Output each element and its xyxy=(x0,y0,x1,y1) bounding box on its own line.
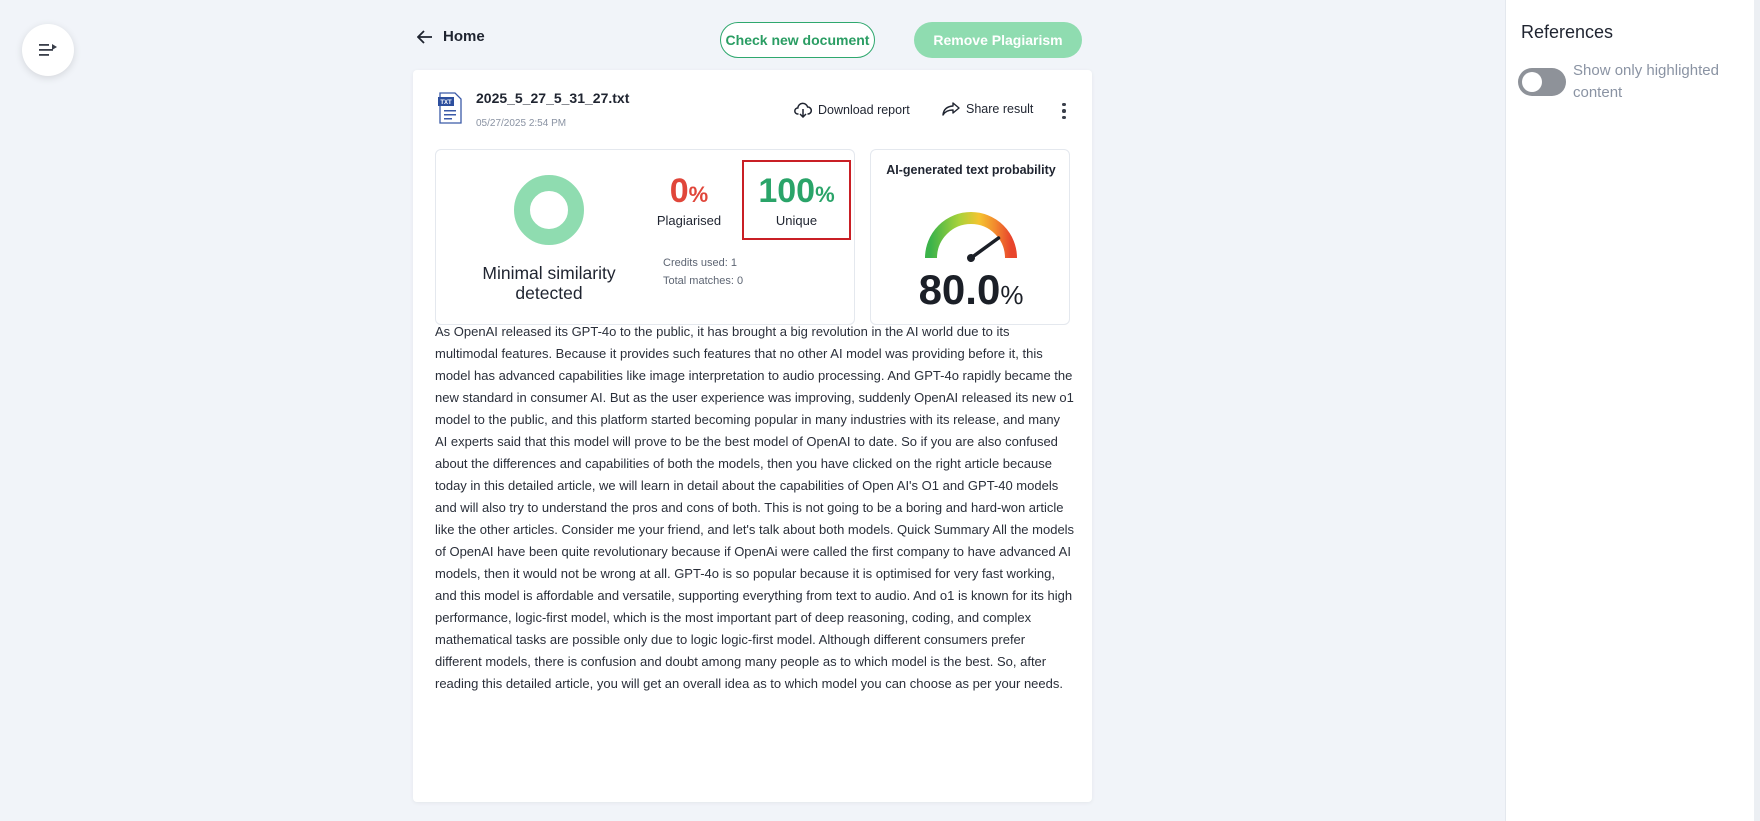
home-link[interactable]: Home xyxy=(417,28,485,45)
ai-probability-panel: AI-generated text probability 80.0% xyxy=(870,149,1070,325)
share-result-button[interactable]: Share result xyxy=(942,102,1033,116)
top-bar: Home Check new document Remove Plagiaris… xyxy=(413,20,1092,60)
ai-probability-title: AI-generated text probability xyxy=(886,163,1056,177)
ai-probability-percent-sign: % xyxy=(1000,280,1024,310)
check-new-document-button[interactable]: Check new document xyxy=(720,22,875,58)
references-panel: References Show only highlighted content xyxy=(1505,0,1760,821)
toggle-knob xyxy=(1522,72,1542,92)
remove-plagiarism-button[interactable]: Remove Plagiarism xyxy=(914,22,1082,58)
similarity-stats-panel: Minimal similarity detected 0% Plagiaris… xyxy=(435,149,855,325)
report-card: TXT 2025_5_27_5_31_27.txt 05/27/2025 2:5… xyxy=(413,70,1092,802)
credits-info: Credits used: 1 Total matches: 0 xyxy=(663,254,743,290)
share-result-label: Share result xyxy=(966,102,1034,116)
unique-value: 100 xyxy=(758,172,816,210)
home-label: Home xyxy=(443,28,485,45)
credits-used: Credits used: 1 xyxy=(663,257,737,269)
document-text: As OpenAI released its GPT-4o to the pub… xyxy=(435,324,1075,691)
download-report-button[interactable]: Download report xyxy=(794,102,910,118)
unique-stat: 100% Unique xyxy=(742,160,851,240)
total-matches: Total matches: 0 xyxy=(663,275,744,287)
ai-probability-value: 80.0% xyxy=(871,266,1071,314)
plagiarised-percent-sign: % xyxy=(688,182,709,207)
file-badge-text: TXT xyxy=(440,100,452,106)
highlight-only-toggle[interactable] xyxy=(1518,68,1566,96)
menu-toggle-button[interactable] xyxy=(22,24,74,76)
cloud-download-icon xyxy=(794,102,812,118)
file-name: 2025_5_27_5_31_27.txt xyxy=(476,90,630,106)
unique-percent-sign: % xyxy=(815,182,835,207)
menu-expand-icon xyxy=(39,44,57,56)
highlight-only-label: Show only highlighted content xyxy=(1573,62,1719,101)
references-title: References xyxy=(1521,22,1614,42)
share-arrow-icon xyxy=(942,102,960,116)
plagiarised-label: Plagiarised xyxy=(656,213,722,228)
download-report-label: Download report xyxy=(818,103,910,117)
plagiarised-value: 0 xyxy=(669,172,689,210)
plagiarised-stat: 0% Plagiarised xyxy=(654,172,724,228)
ai-probability-number: 80.0 xyxy=(918,266,1001,313)
arrow-left-icon xyxy=(417,29,432,44)
panel-scrollbar[interactable] xyxy=(1754,0,1760,821)
file-date: 05/27/2025 2:54 PM xyxy=(476,118,567,129)
unique-label: Unique xyxy=(775,213,818,228)
speedometer-gauge-icon xyxy=(925,212,1017,262)
gauge-needle xyxy=(967,236,1001,262)
similarity-donut-chart xyxy=(514,175,584,245)
more-vertical-icon[interactable] xyxy=(1056,100,1072,122)
txt-file-icon: TXT xyxy=(438,92,462,124)
similarity-summary: Minimal similarity detected xyxy=(482,263,616,303)
